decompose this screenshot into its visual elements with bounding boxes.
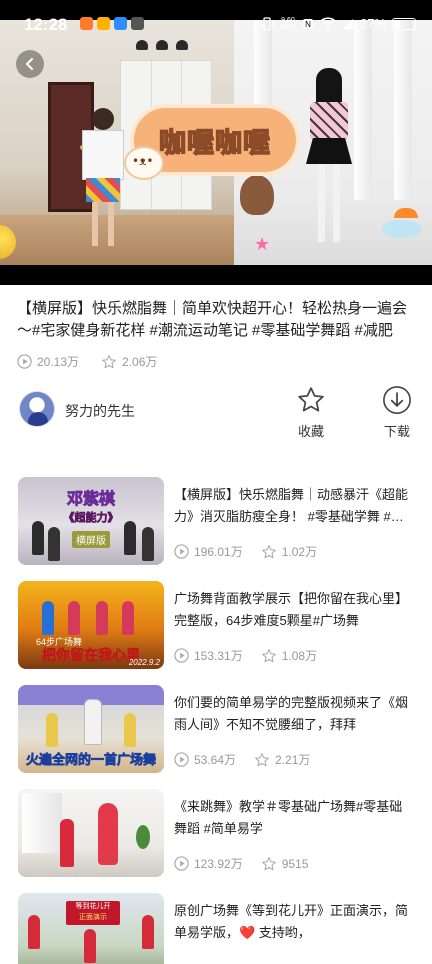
video-thumbnail[interactable] bbox=[18, 789, 164, 877]
star-icon bbox=[261, 856, 276, 870]
recommended-list: 邓紫棋 《超能力》 横屏版 【横屏版】快乐燃脂舞｜动感暴汗《超能力》消灭脂肪瘦全… bbox=[17, 477, 417, 964]
vibrate-icon bbox=[260, 16, 274, 31]
app-notification-icon bbox=[80, 17, 93, 30]
like-count: 1.02万 bbox=[261, 543, 317, 560]
collect-button[interactable]: 收藏 bbox=[291, 385, 331, 440]
dancer-figure bbox=[124, 713, 136, 747]
author-row: 努力的先生 收藏 下载 bbox=[17, 385, 417, 445]
dancer-figure bbox=[28, 915, 40, 949]
dancer-figure bbox=[124, 521, 136, 555]
play-count-value: 20.13万 bbox=[37, 355, 80, 369]
dancer-figure bbox=[96, 601, 108, 635]
like-count: 2.06万 bbox=[101, 353, 157, 370]
dancer-figure bbox=[122, 601, 134, 635]
like-count: 1.08万 bbox=[261, 647, 317, 664]
dancer-figure bbox=[48, 527, 60, 561]
video-stats: 153.31万 1.08万 bbox=[174, 647, 335, 664]
download-button[interactable]: 下载 bbox=[377, 385, 417, 440]
dancer-figure bbox=[42, 601, 54, 635]
status-bar: 12:28 9.60 MB/s N 27% bbox=[0, 0, 432, 46]
star-outline-icon bbox=[298, 387, 324, 412]
play-circle-icon bbox=[174, 648, 189, 663]
play-count: 53.64万 bbox=[174, 751, 236, 768]
download-icon bbox=[383, 386, 411, 414]
play-count: 123.92万 bbox=[174, 855, 243, 872]
video-thumbnail[interactable]: 等到花儿开 正面演示 bbox=[18, 893, 164, 964]
play-circle-icon bbox=[17, 354, 32, 369]
video-title[interactable]: 广场舞背面教学展示【把你留在我心里】完整版，64步难度5颗星#广场舞 bbox=[174, 588, 414, 632]
app-notification-icon bbox=[97, 17, 110, 30]
avatar[interactable] bbox=[19, 391, 55, 427]
nfc-icon: N bbox=[302, 18, 313, 29]
male-dancer bbox=[80, 108, 126, 248]
video-overlay-text: 咖喔咖喔 bbox=[158, 127, 271, 160]
video-title: 【横屏版】快乐燃脂舞｜简单欢快超开心！轻松热身一遍会～#宅家健身新花样 #潮流运… bbox=[17, 300, 408, 339]
video-title[interactable]: 【横屏版】快乐燃脂舞｜动感暴汗《超能力》消灭脂肪瘦全身！ #零基础学舞 #宅家健… bbox=[174, 484, 414, 528]
like-count: 9515 bbox=[261, 856, 308, 872]
star-icon bbox=[102, 354, 116, 368]
signal-icon bbox=[342, 18, 353, 29]
download-label: 下载 bbox=[383, 424, 410, 439]
author-name[interactable]: 努力的先生 bbox=[65, 401, 135, 421]
star-icon bbox=[261, 648, 276, 662]
video-stats: 123.92万 9515 bbox=[174, 855, 326, 872]
dancer-figure bbox=[84, 699, 102, 745]
beach-umbrella-icon bbox=[382, 208, 422, 238]
chevron-left-icon bbox=[26, 58, 33, 70]
list-item[interactable]: 《来跳舞》教学＃零基础广场舞#零基础舞蹈 #简单易学 123.92万 9515 bbox=[17, 789, 417, 893]
play-circle-icon bbox=[174, 544, 189, 559]
star-icon bbox=[255, 752, 269, 766]
notification-icons bbox=[80, 17, 144, 30]
video-thumbnail[interactable]: 邓紫棋 《超能力》 横屏版 bbox=[18, 477, 164, 565]
status-indicators: 9.60 MB/s N 27% bbox=[260, 16, 416, 31]
play-circle-icon bbox=[174, 752, 189, 767]
video-title[interactable]: 原创广场舞《等到花儿开》正面演示，简单易学版，❤️ 支持哟， bbox=[174, 900, 414, 944]
video-stats: 53.64万 2.21万 bbox=[174, 751, 328, 768]
app-notification-icon bbox=[131, 17, 144, 30]
dancer-figure bbox=[60, 819, 74, 867]
like-count: 2.21万 bbox=[254, 751, 310, 768]
play-count: 153.31万 bbox=[174, 647, 243, 664]
video-stats: 196.01万 1.02万 bbox=[174, 543, 335, 560]
app-notification-icon bbox=[114, 17, 127, 30]
video-stats: 20.13万 2.06万 bbox=[17, 353, 179, 370]
pink-star-icon: ★ bbox=[254, 234, 271, 255]
list-item[interactable]: 等到花儿开 正面演示 原创广场舞《等到花儿开》正面演示，简单易学版，❤️ 支持哟… bbox=[17, 893, 417, 964]
collect-label: 收藏 bbox=[297, 424, 324, 439]
list-item[interactable]: 邓紫棋 《超能力》 横屏版 【横屏版】快乐燃脂舞｜动感暴汗《超能力》消灭脂肪瘦全… bbox=[17, 477, 417, 581]
network-speed: 9.60 MB/s bbox=[280, 16, 296, 31]
battery-icon bbox=[392, 17, 416, 30]
status-time: 12:28 bbox=[24, 15, 68, 34]
video-thumbnail[interactable]: 64步广场舞 把你留在我心里 2022.9.2 bbox=[18, 581, 164, 669]
dancer-figure bbox=[46, 713, 58, 747]
play-count: 196.01万 bbox=[174, 543, 243, 560]
dancer-figure bbox=[142, 527, 154, 561]
dancer-figure bbox=[98, 803, 118, 865]
video-title[interactable]: 《来跳舞》教学＃零基础广场舞#零基础舞蹈 #简单易学 bbox=[174, 796, 414, 840]
dancer-figure bbox=[142, 915, 154, 949]
teddy-bear bbox=[240, 175, 274, 215]
battery-percent: 27% bbox=[359, 16, 386, 31]
cat-sticker bbox=[124, 146, 164, 180]
play-count: 20.13万 bbox=[17, 353, 79, 370]
star-icon bbox=[261, 544, 276, 558]
dancer-figure bbox=[84, 929, 96, 963]
video-title[interactable]: 你们要的简单易学的完整版视频来了《烟雨人间》不知不觉腰细了，拜拜 bbox=[174, 692, 414, 736]
svg-text:N: N bbox=[305, 20, 311, 29]
play-circle-icon bbox=[174, 856, 189, 871]
wifi-icon bbox=[320, 17, 336, 30]
list-item[interactable]: 火遍全网的一首广场舞 你们要的简单易学的完整版视频来了《烟雨人间》不知不觉腰细了… bbox=[17, 685, 417, 789]
list-item[interactable]: 64步广场舞 把你留在我心里 2022.9.2 广场舞背面教学展示【把你留在我心… bbox=[17, 581, 417, 685]
back-button[interactable] bbox=[16, 50, 44, 78]
dancer-figure bbox=[68, 601, 80, 635]
video-thumbnail[interactable]: 火遍全网的一首广场舞 bbox=[18, 685, 164, 773]
like-count-value: 2.06万 bbox=[122, 355, 158, 369]
dancer-figure bbox=[32, 521, 44, 555]
female-dancer bbox=[304, 68, 354, 243]
